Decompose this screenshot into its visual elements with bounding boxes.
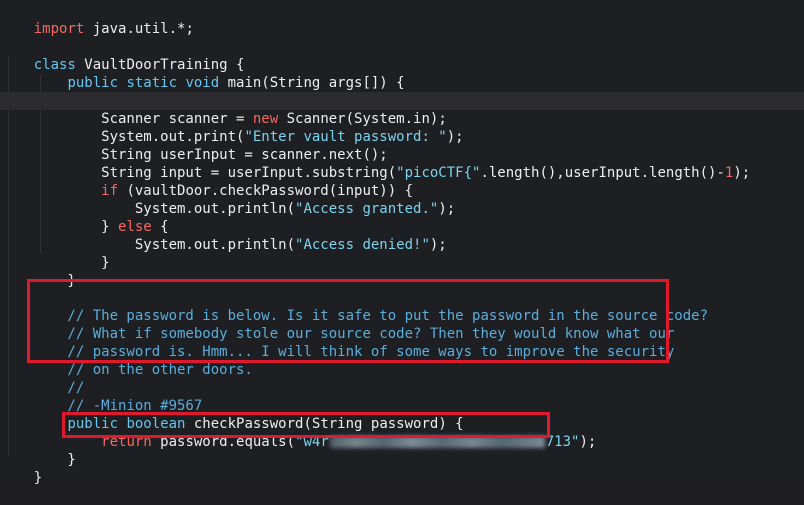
code-line-granted: System.out.println("Access granted.");	[33, 201, 456, 217]
code-line-userinput: String userInput = scanner.next();	[0, 128, 804, 163]
code-editor[interactable]: import java.util.*; class VaultDoorTrain…	[0, 0, 804, 486]
code-line-close-if: }	[0, 236, 804, 271]
code-line-return: return password.equals("w4r 713");	[101, 434, 597, 450]
comment-line-6: // -Minion #9567	[0, 379, 804, 414]
code-text: }	[33, 470, 43, 486]
comment-line-1: // The password is below. Is it safe to …	[0, 289, 804, 324]
code-line-if: if (vaultDoor.checkPassword(input)) {	[101, 183, 414, 199]
code-line-else: } else {	[33, 219, 169, 235]
code-line-import: import java.util.*;	[0, 2, 804, 37]
code-line-class-decl: class VaultDoorTraining {	[0, 38, 804, 73]
import-path: java.util.*;	[84, 21, 194, 37]
comment-line-3: // password is. Hmm... I will think of s…	[0, 325, 804, 360]
code-line-print-prompt: System.out.print("Enter vault password: …	[33, 129, 464, 145]
code-line-close-check: }	[0, 433, 804, 468]
code-text: }	[33, 273, 76, 289]
code-line-vaultdoor: VaultDoorTraining vaultDoor = new VaultD…	[0, 74, 804, 109]
code-line-denied: System.out.println("Access denied!");	[33, 237, 447, 253]
code-line-close-class: }	[0, 451, 804, 486]
comment-line-2: // What if somebody stole our source cod…	[0, 307, 804, 342]
code-line-check-decl: public boolean checkPassword(String pass…	[67, 416, 464, 432]
code-line-close-main: }	[0, 254, 804, 289]
code-line-substring: String input = userInput.substring("pico…	[33, 165, 751, 181]
comment-line-5: //	[0, 361, 804, 396]
code-line-scanner: Scanner scanner = new Scanner(System.in)…	[0, 92, 804, 127]
code-line-main-decl: public static void main(String args[]) {	[0, 56, 804, 91]
keyword: import	[33, 21, 85, 37]
comment-line-4: // on the other doors.	[0, 343, 804, 378]
